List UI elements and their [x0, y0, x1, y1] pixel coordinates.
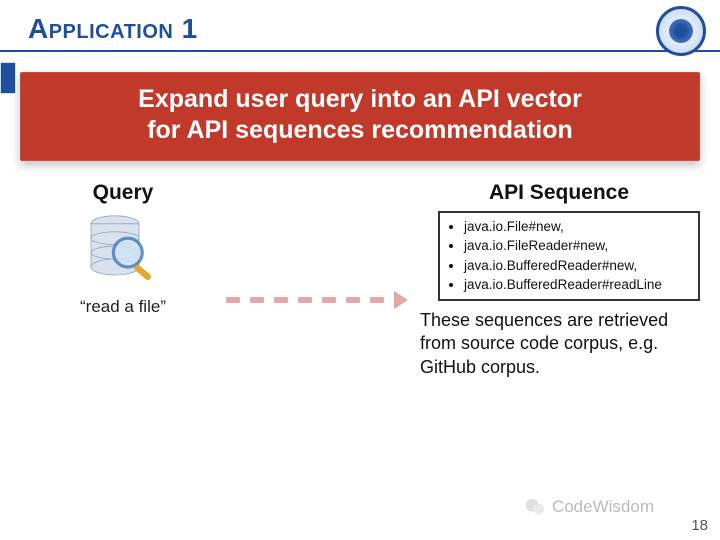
content-row: Query read a file API Sequence java.io.F — [0, 177, 720, 379]
query-column: Query read a file — [28, 181, 218, 379]
api-sequence-list: java.io.File#new, java.io.FileReader#new… — [448, 217, 690, 295]
api-sequence-explanation: These sequences are retrieved from sourc… — [416, 309, 702, 379]
watermark-text: CodeWisdom — [552, 497, 654, 517]
page-title: Application 1 — [28, 12, 700, 46]
banner-line2: for API sequences recommendation — [40, 115, 680, 146]
api-sequence-label: API Sequence — [416, 181, 702, 205]
watermark: CodeWisdom — [524, 496, 654, 518]
slide-header: Application 1 — [0, 0, 720, 50]
banner-line1: Expand user query into an API vector — [40, 84, 680, 115]
side-accent-tab — [0, 62, 16, 94]
arrow-column — [226, 181, 408, 379]
header-divider — [0, 50, 720, 52]
page-number: 18 — [691, 517, 708, 534]
list-item: java.io.BufferedReader#readLine — [464, 275, 690, 295]
query-caption: read a file — [28, 297, 218, 317]
banner: Expand user query into an API vector for… — [20, 72, 700, 161]
list-item: java.io.File#new, — [464, 217, 690, 237]
university-logo — [656, 6, 706, 56]
dashed-arrow-icon — [226, 291, 408, 309]
list-item: java.io.FileReader#new, — [464, 236, 690, 256]
database-search-icon — [80, 211, 166, 291]
list-item: java.io.BufferedReader#new, — [464, 256, 690, 276]
wechat-icon — [524, 496, 546, 518]
api-column: API Sequence java.io.File#new, java.io.F… — [416, 181, 702, 379]
query-label: Query — [28, 181, 218, 205]
api-sequence-box: java.io.File#new, java.io.FileReader#new… — [438, 211, 700, 301]
